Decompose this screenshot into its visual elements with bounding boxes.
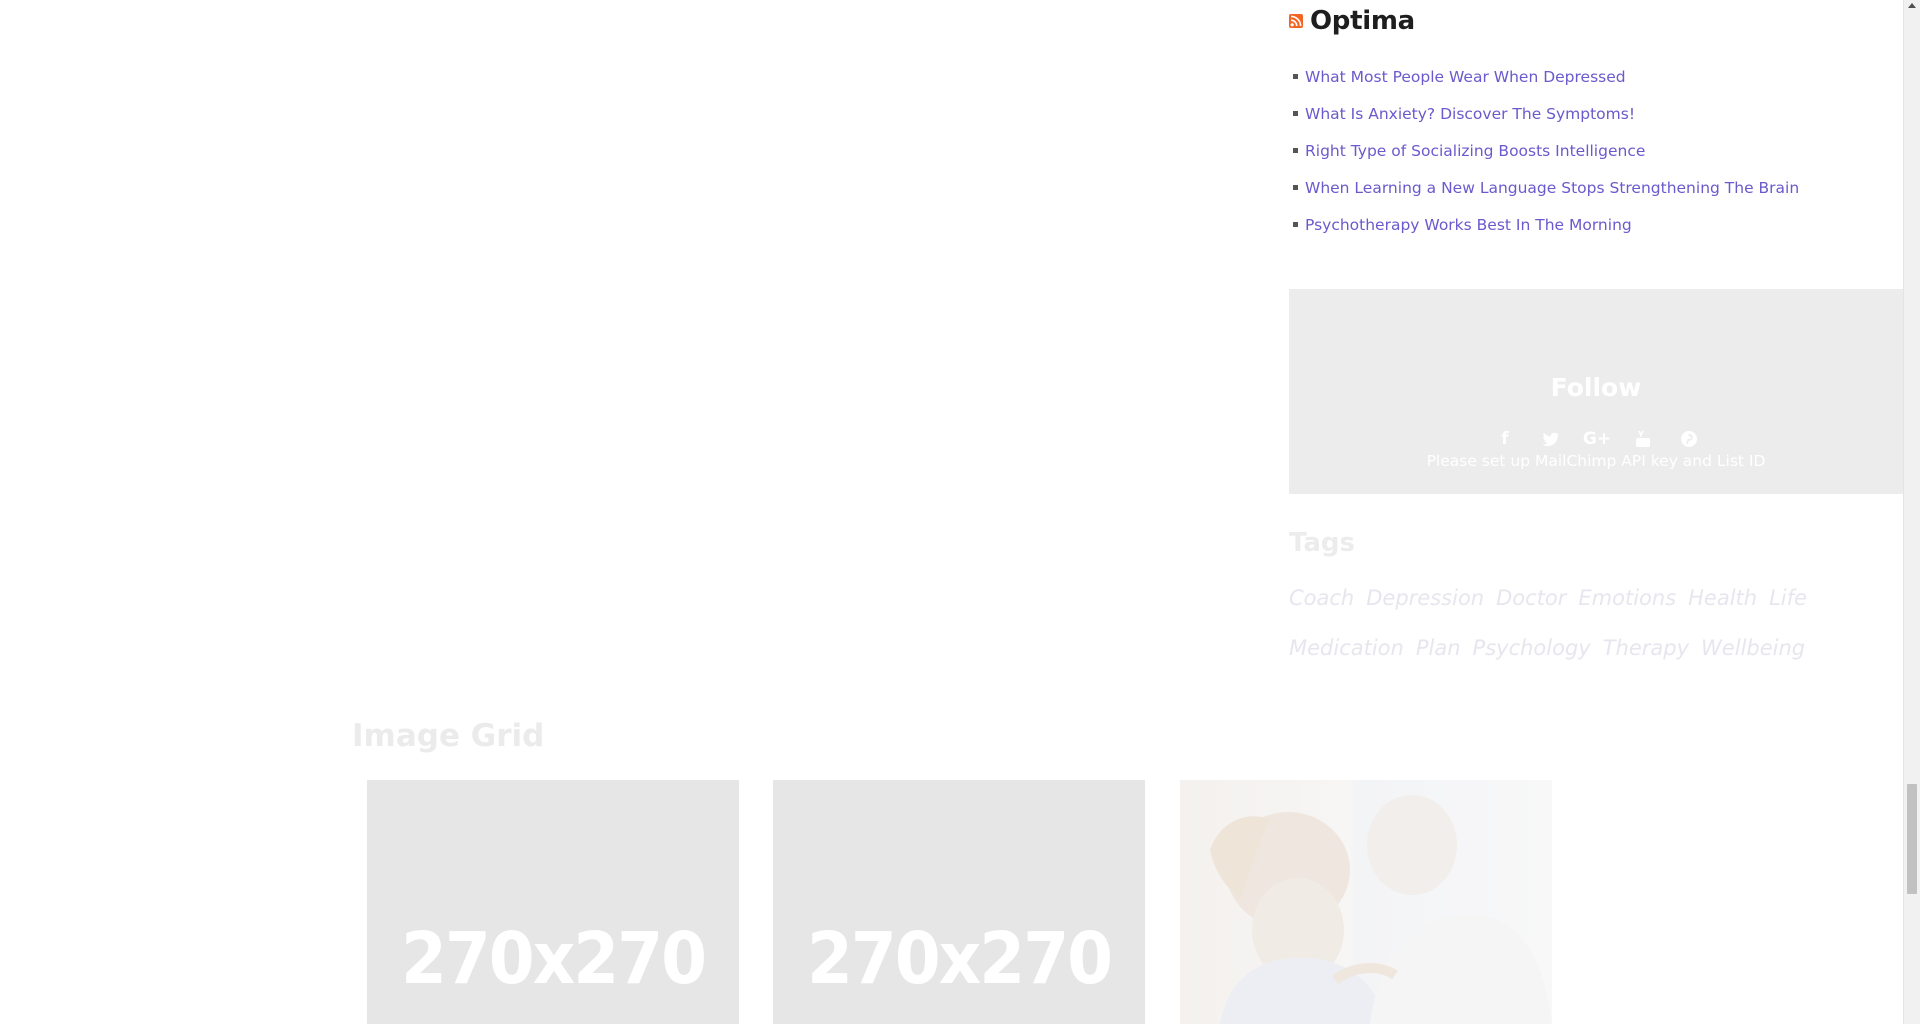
- facebook-icon[interactable]: f: [1494, 429, 1516, 449]
- tag-link[interactable]: Emotions: [1578, 576, 1676, 620]
- placeholder-image-label: 270x270: [806, 916, 1113, 1001]
- rss-feed-icon[interactable]: [1289, 14, 1303, 28]
- follow-widget: Follow f G+ Please set up MailChimp API …: [1289, 289, 1903, 494]
- image-grid-title: Image Grid: [352, 718, 545, 754]
- rss-link[interactable]: Psychotherapy Works Best In The Morning: [1305, 216, 1632, 234]
- tag-link[interactable]: Life: [1769, 576, 1807, 620]
- tag-link[interactable]: Therapy: [1603, 626, 1689, 670]
- image-grid-tile[interactable]: 270x270: [367, 780, 739, 1024]
- rss-list: What Most People Wear When Depressed Wha…: [1289, 58, 1903, 243]
- tags-title: Tags: [1289, 528, 1356, 558]
- tag-link[interactable]: Depression: [1366, 576, 1484, 620]
- rss-link[interactable]: What Is Anxiety? Discover The Symptoms!: [1305, 105, 1635, 123]
- rss-link[interactable]: When Learning a New Language Stops Stren…: [1305, 179, 1799, 197]
- tag-cloud: Coach Depression Doctor Emotions Health …: [1289, 576, 1920, 670]
- image-grid-tile-photo[interactable]: [1180, 780, 1552, 1024]
- square-bullet-icon: [1293, 222, 1298, 227]
- rss-link[interactable]: Right Type of Socializing Boosts Intelli…: [1305, 142, 1645, 160]
- pinterest-icon[interactable]: [1678, 429, 1700, 449]
- rss-list-item: What Most People Wear When Depressed: [1289, 58, 1903, 95]
- tag-link[interactable]: Health: [1688, 576, 1757, 620]
- rss-list-item: When Learning a New Language Stops Stren…: [1289, 169, 1903, 206]
- tag-link[interactable]: Psychology: [1473, 626, 1591, 670]
- tag-link[interactable]: Plan: [1416, 626, 1461, 670]
- rss-widget-title: Optima: [1289, 4, 1903, 38]
- sidebar: Optima What Most People Wear When Depres…: [1289, 0, 1903, 670]
- square-bullet-icon: [1293, 111, 1298, 116]
- rss-widget: Optima What Most People Wear When Depres…: [1289, 0, 1903, 243]
- tag-link[interactable]: Coach: [1289, 576, 1354, 620]
- rss-list-item: Right Type of Socializing Boosts Intelli…: [1289, 132, 1903, 169]
- follow-title: Follow: [1550, 373, 1642, 402]
- tag-link[interactable]: Doctor: [1496, 576, 1566, 620]
- doctor-patient-photo: [1210, 795, 1552, 1024]
- square-bullet-icon: [1293, 74, 1298, 79]
- image-grid-tile[interactable]: 270x270: [773, 780, 1145, 1024]
- rss-list-item: Psychotherapy Works Best In The Morning: [1289, 206, 1903, 243]
- vertical-scrollbar[interactable]: [1903, 0, 1920, 1024]
- tags-widget: Tags Coach Depression Doctor Emotions He…: [1289, 528, 1903, 670]
- mailchimp-message: Please set up MailChimp API key and List…: [1426, 452, 1766, 470]
- tag-link[interactable]: Medication: [1289, 626, 1404, 670]
- google-plus-icon[interactable]: G+: [1583, 429, 1611, 449]
- placeholder-image-label: 270x270: [400, 916, 707, 1001]
- social-icons: f G+: [1289, 429, 1903, 449]
- rss-widget-title-text[interactable]: Optima: [1310, 6, 1415, 36]
- scrollbar-thumb[interactable]: [1907, 784, 1917, 894]
- square-bullet-icon: [1293, 185, 1298, 190]
- twitter-icon[interactable]: [1540, 429, 1562, 449]
- tag-link[interactable]: Wellbeing: [1701, 626, 1805, 670]
- rss-link[interactable]: What Most People Wear When Depressed: [1305, 68, 1626, 86]
- square-bullet-icon: [1293, 148, 1298, 153]
- youtube-icon[interactable]: [1632, 429, 1654, 449]
- scroll-up-arrow-icon[interactable]: [1908, 3, 1916, 8]
- rss-list-item: What Is Anxiety? Discover The Symptoms!: [1289, 95, 1903, 132]
